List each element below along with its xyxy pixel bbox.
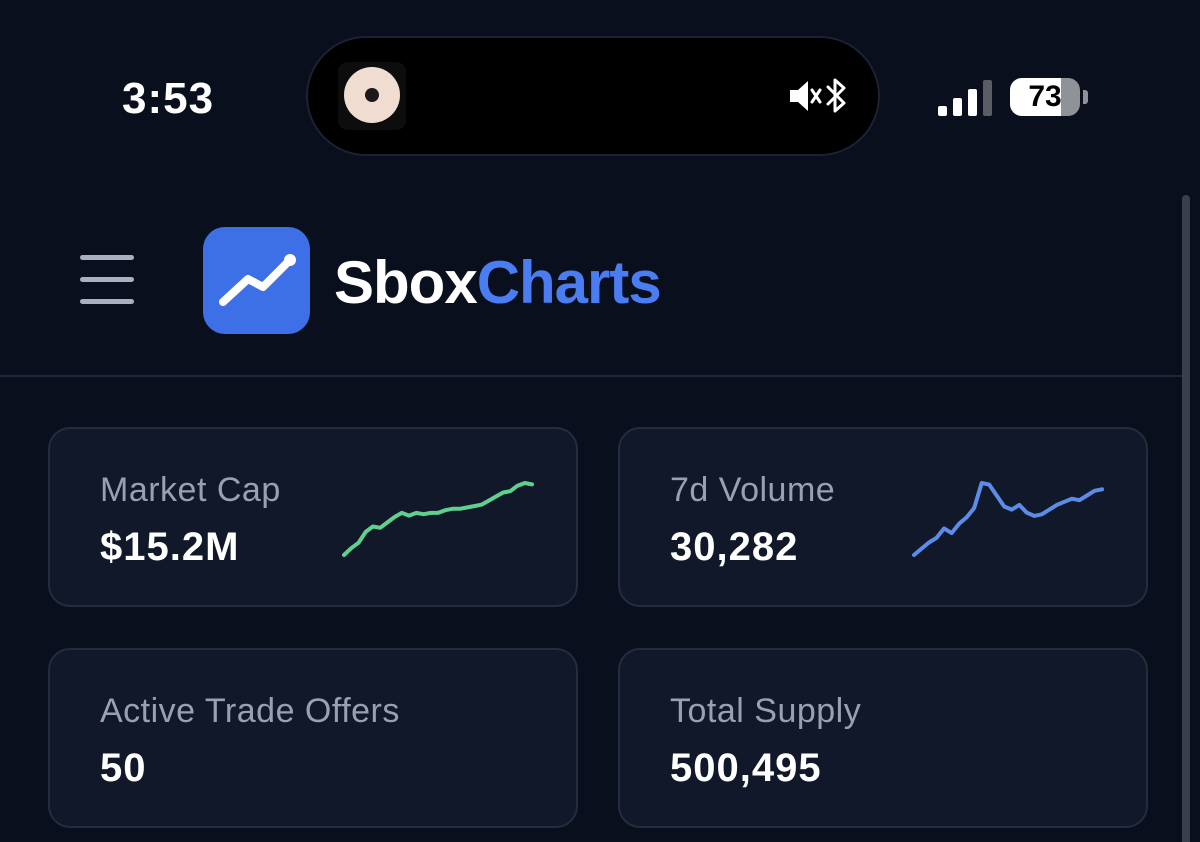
- mute-icon: [790, 81, 822, 111]
- sparkline-series: [912, 481, 1104, 557]
- market-cap-card[interactable]: Market Cap $15.2M: [48, 427, 578, 607]
- card-value: 500,495: [670, 746, 822, 790]
- dynamic-island[interactable]: [308, 38, 878, 154]
- brand-name-part1: Sbox: [334, 249, 478, 316]
- hamburger-menu-icon[interactable]: [80, 255, 136, 305]
- trend-up-icon: [219, 254, 296, 306]
- card-value: $15.2M: [100, 525, 240, 569]
- scrollbar[interactable]: [1182, 195, 1190, 842]
- card-value: 30,282: [670, 525, 799, 569]
- status-time: 3:53: [122, 74, 215, 123]
- card-label: Total Supply: [670, 692, 862, 730]
- card-label: Active Trade Offers: [100, 692, 400, 730]
- battery-tip: [1083, 90, 1088, 104]
- brand-name[interactable]: SboxCharts: [334, 248, 662, 317]
- volume-7d-sparkline: [912, 481, 1104, 557]
- card-label: Market Cap: [100, 471, 281, 509]
- active-trade-offers-card[interactable]: Active Trade Offers 50: [48, 648, 578, 828]
- now-playing-artwork-icon[interactable]: [338, 62, 406, 130]
- card-value: 50: [100, 746, 147, 790]
- sparkline-series: [342, 481, 534, 557]
- app-screen: 3:53 73 SboxCharts Market Cap $15.2M 7d …: [0, 0, 1200, 842]
- island-status-icons: [788, 76, 848, 116]
- total-supply-card[interactable]: Total Supply 500,495: [618, 648, 1148, 828]
- card-label: 7d Volume: [670, 471, 836, 509]
- battery-level: 73: [1028, 80, 1062, 113]
- app-logo[interactable]: [203, 227, 310, 334]
- bluetooth-icon: [826, 78, 846, 113]
- cellular-signal-icon: [938, 80, 992, 116]
- brand-name-part2: Charts: [476, 249, 662, 316]
- battery-icon: 73: [1010, 78, 1080, 116]
- header-divider: [0, 375, 1184, 377]
- market-cap-sparkline: [342, 481, 534, 557]
- volume-7d-card[interactable]: 7d Volume 30,282: [618, 427, 1148, 607]
